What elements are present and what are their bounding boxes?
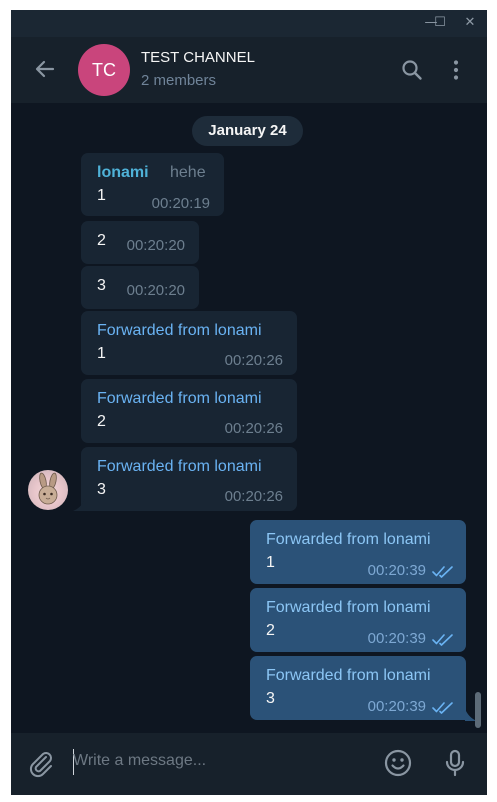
message-time: 00:20:26 bbox=[224, 420, 283, 437]
back-arrow-icon[interactable] bbox=[33, 57, 57, 81]
message-time: 00:20:26 bbox=[224, 488, 283, 505]
forwarded-header[interactable]: Forwarded from lonami bbox=[266, 531, 431, 549]
message-tail bbox=[73, 499, 85, 511]
incoming-message[interactable]: 2 00:20:20 bbox=[81, 221, 199, 264]
close-button[interactable]: ✕ bbox=[461, 14, 479, 32]
bunny-avatar-image bbox=[38, 472, 58, 505]
message-time: 00:20:39 bbox=[367, 562, 426, 579]
incoming-message[interactable]: 3 00:20:20 bbox=[81, 266, 199, 309]
message-input[interactable]: Write a message... bbox=[73, 752, 363, 776]
outgoing-message[interactable]: Forwarded from lonami 1 00:20:39 bbox=[250, 520, 466, 584]
outgoing-message[interactable]: Forwarded from lonami 2 00:20:39 bbox=[250, 588, 466, 652]
forwarded-header[interactable]: Forwarded from lonami bbox=[97, 322, 262, 340]
message-text: 2 bbox=[97, 232, 106, 249]
incoming-message[interactable]: Forwarded from lonami 3 00:20:26 bbox=[81, 447, 297, 511]
forwarded-header[interactable]: Forwarded from lonami bbox=[266, 667, 431, 685]
chat-header: TC TEST CHANNEL 2 members bbox=[11, 37, 487, 103]
chat-title[interactable]: TEST CHANNEL bbox=[141, 49, 255, 66]
incoming-message[interactable]: Forwarded from lonami 1 00:20:26 bbox=[81, 311, 297, 375]
chat-subtitle: 2 members bbox=[141, 72, 217, 89]
message-text: 3 bbox=[97, 481, 106, 498]
message-time: 00:20:39 bbox=[367, 630, 426, 647]
microphone-icon[interactable] bbox=[439, 747, 471, 779]
message-time: 00:20:20 bbox=[126, 237, 185, 254]
emoji-icon[interactable] bbox=[382, 747, 414, 779]
message-reply-preview: hehe bbox=[170, 164, 206, 181]
forwarded-header[interactable]: Forwarded from lonami bbox=[266, 599, 431, 617]
double-check-icon bbox=[432, 702, 453, 714]
chat-avatar[interactable]: TC bbox=[78, 44, 130, 96]
message-text: 3 bbox=[266, 690, 275, 707]
message-text: 1 bbox=[97, 345, 106, 362]
scrollbar-thumb[interactable] bbox=[475, 692, 481, 728]
forwarded-header[interactable]: Forwarded from lonami bbox=[97, 458, 262, 476]
forwarded-header[interactable]: Forwarded from lonami bbox=[97, 390, 262, 408]
search-icon[interactable] bbox=[400, 58, 424, 82]
message-composer: Write a message... bbox=[11, 733, 487, 795]
incoming-message[interactable]: lonami hehe 1 00:20:19 bbox=[81, 153, 224, 216]
outgoing-message[interactable]: Forwarded from lonami 3 00:20:39 bbox=[250, 656, 466, 720]
message-text: 3 bbox=[97, 277, 106, 294]
message-text: 1 bbox=[97, 187, 106, 204]
message-time: 00:20:26 bbox=[224, 352, 283, 369]
title-bar: — ☐ ✕ bbox=[11, 10, 487, 37]
message-text: 1 bbox=[266, 554, 275, 571]
message-sender[interactable]: lonami bbox=[97, 164, 149, 182]
more-vertical-icon[interactable] bbox=[444, 58, 468, 82]
maximize-button[interactable]: ☐ bbox=[431, 14, 449, 32]
sender-avatar[interactable] bbox=[28, 470, 68, 510]
attach-icon[interactable] bbox=[24, 747, 56, 779]
message-time: 00:20:39 bbox=[367, 698, 426, 715]
date-badge: January 24 bbox=[192, 116, 303, 146]
message-text: 2 bbox=[266, 622, 275, 639]
message-text: 2 bbox=[97, 413, 106, 430]
incoming-message[interactable]: Forwarded from lonami 2 00:20:26 bbox=[81, 379, 297, 443]
telegram-window: — ☐ ✕ TC TEST CHANNEL 2 members January … bbox=[11, 10, 487, 795]
message-time: 00:20:19 bbox=[151, 195, 210, 212]
double-check-icon bbox=[432, 566, 453, 578]
message-time: 00:20:20 bbox=[126, 282, 185, 299]
double-check-icon bbox=[432, 634, 453, 646]
